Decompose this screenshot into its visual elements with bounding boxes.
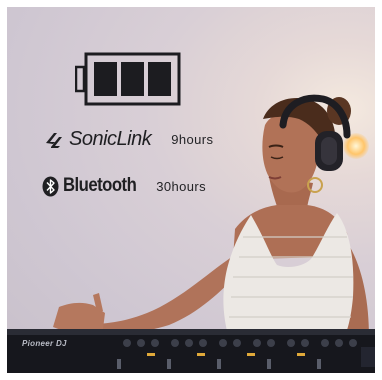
bluetooth-brand: Bluetooth — [63, 175, 137, 196]
bluetooth-feature: Bluetooth 30hours — [42, 175, 206, 197]
product-image-frame: Pioneer DJ SonicLink 9hours Bluetooth 30… — [0, 0, 382, 380]
mixer-panel-right — [361, 347, 375, 367]
soniclink-brand: SonicLink — [69, 128, 152, 150]
pioneer-dj-label: Pioneer DJ — [22, 339, 67, 348]
soniclink-hours: 9hours — [171, 132, 214, 147]
battery-cell — [121, 62, 144, 96]
soniclink-logo-icon — [46, 132, 62, 148]
bluetooth-hours: 30hours — [156, 178, 207, 194]
mixer-edge — [7, 329, 375, 335]
battery-cell — [94, 62, 117, 96]
dj-photo: Pioneer DJ SonicLink 9hours Bluetooth 30… — [7, 7, 375, 373]
bluetooth-icon — [42, 176, 59, 196]
headphone-earcup-detail — [321, 137, 337, 165]
battery-icon — [75, 52, 181, 106]
battery-cell — [148, 62, 171, 96]
soniclink-feature: SonicLink 9hours — [43, 128, 213, 151]
